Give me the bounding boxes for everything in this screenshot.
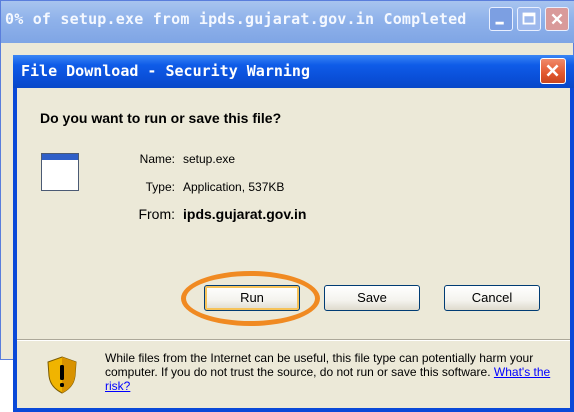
minimize-icon [495,21,504,25]
save-button[interactable]: Save [324,285,420,311]
dialog-body: Do you want to run or save this file? Na… [17,88,570,408]
file-download-dialog: File Download - Security Warning Do you … [13,55,574,412]
download-progress-title: 0% of setup.exe from ipds.gujarat.gov.in… [5,10,467,28]
dialog-question: Do you want to run or save this file? [40,110,282,126]
file-name-value: setup.exe [183,152,236,166]
download-progress-titlebar[interactable]: 0% of setup.exe from ipds.gujarat.gov.in… [1,1,574,43]
security-warning-message: While files from the Internet can be use… [105,351,534,379]
file-source-label: From: [138,206,175,222]
file-type-value: Application, 537KB [183,180,285,194]
run-button[interactable]: Run [204,285,300,311]
security-warning-text: While files from the Internet can be use… [105,351,555,393]
minimize-button[interactable] [489,7,513,31]
close-icon [551,13,563,25]
dialog-title: File Download - Security Warning [21,62,310,80]
dialog-titlebar[interactable]: File Download - Security Warning [13,55,574,88]
maximize-icon [522,12,536,25]
close-icon [546,64,559,77]
security-shield-icon [47,356,77,394]
close-button[interactable] [545,7,569,31]
dialog-close-button[interactable] [540,58,566,84]
file-source-value: ipds.gujarat.gov.in [183,206,307,222]
file-type-label: Type: [145,180,175,194]
file-name-label: Name: [139,152,175,166]
cancel-button[interactable]: Cancel [444,285,540,311]
maximize-button[interactable] [517,7,541,31]
dialog-divider [17,339,570,341]
